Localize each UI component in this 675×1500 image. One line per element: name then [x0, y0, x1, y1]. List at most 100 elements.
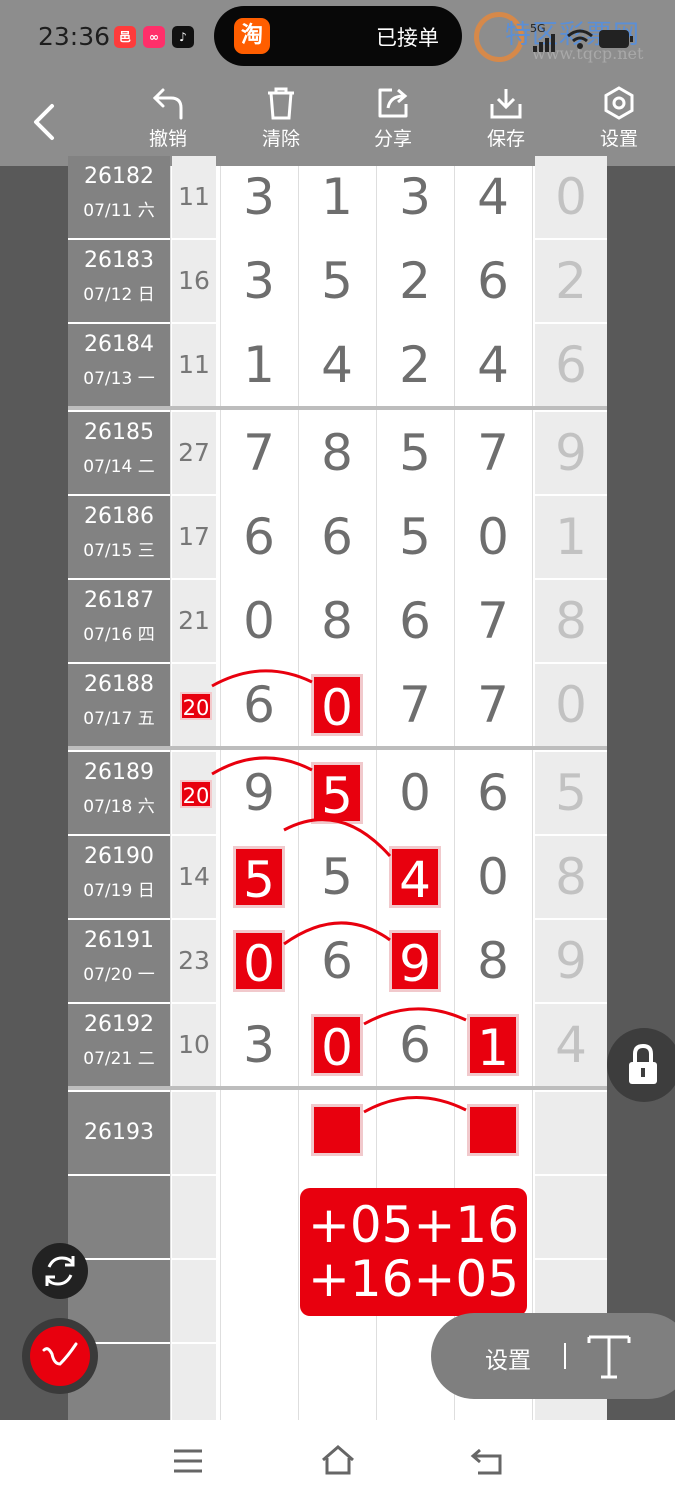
- issue-number: 26183: [84, 248, 154, 273]
- digit-cell: 6: [321, 932, 353, 990]
- notification-app-icon: ∞: [143, 26, 165, 48]
- digit-cell: 1: [243, 336, 275, 394]
- text-tool-icon[interactable]: [581, 1331, 637, 1381]
- highlighted-digit: 0: [233, 930, 285, 993]
- table-row: 26183 07/12 日 16 3 5 2 6 2: [68, 240, 607, 324]
- menu-icon[interactable]: [172, 1448, 204, 1474]
- table-row: 26191 07/20 一 23 0 6 9 8 9: [68, 920, 607, 1004]
- table-row: 26188 07/17 五 20 6 0 7 7 0: [68, 664, 607, 748]
- lock-button[interactable]: [607, 1028, 675, 1102]
- back-nav-icon[interactable]: [470, 1446, 504, 1476]
- digit-cell: 3: [243, 1016, 275, 1074]
- issue-date: 07/15 三: [83, 541, 155, 561]
- sum-highlight: 20: [180, 780, 212, 808]
- tail-cell: 9: [535, 920, 607, 1002]
- digit-cell: 4: [321, 336, 353, 394]
- digit-cell: 7: [477, 676, 509, 734]
- issue-cell: 26185 07/14 二: [68, 412, 170, 494]
- highlighted-digit: 1: [467, 1014, 519, 1077]
- issue-date: 07/20 一: [83, 965, 155, 985]
- sum-cell: 21: [172, 580, 216, 662]
- dynamic-island[interactable]: 淘 已接单: [214, 6, 462, 66]
- issue-cell: 26192 07/21 二: [68, 1004, 170, 1086]
- screen: { "status": {"time": "23:36", "notice": …: [0, 0, 675, 1500]
- issue-number: 26191: [84, 928, 154, 953]
- digit-cell: 8: [321, 424, 353, 482]
- sum-highlight: 20: [180, 692, 212, 720]
- sum-cell: 17: [172, 496, 216, 578]
- settings-button[interactable]: 设置: [584, 86, 654, 151]
- trash-icon: [268, 87, 294, 120]
- share-icon: [378, 88, 408, 118]
- digit-cell: 3: [243, 252, 275, 310]
- sum-cell: 27: [172, 412, 216, 494]
- digit-cell: 5: [321, 252, 353, 310]
- issue-date: 07/14 二: [83, 457, 155, 477]
- system-nav-bar: [0, 1420, 675, 1500]
- gear-icon: [604, 86, 634, 120]
- highlighted-digit: 5: [311, 762, 363, 825]
- digit-cell: 9: [243, 764, 275, 822]
- tail-cell: 2: [535, 240, 607, 322]
- save-button[interactable]: 保存: [471, 86, 541, 151]
- issue-cell: 26190 07/19 日: [68, 836, 170, 918]
- issue-cell: 26193: [68, 1092, 170, 1174]
- sync-button[interactable]: [32, 1243, 88, 1299]
- refresh-icon: [45, 1256, 75, 1286]
- pen-button[interactable]: [22, 1318, 98, 1394]
- table-row: 26192 07/21 二 10 3 0 6 1 4: [68, 1004, 607, 1088]
- digit-cell: 0: [243, 592, 275, 650]
- issue-date: 07/21 二: [83, 1049, 155, 1069]
- digit-cell: 7: [399, 676, 431, 734]
- issue-cell: 26191 07/20 一: [68, 920, 170, 1002]
- battery-icon: [599, 30, 633, 48]
- prediction-box: +05+16 +16+05: [300, 1188, 527, 1316]
- sum-cell: 14: [172, 836, 216, 918]
- issue-cell: 26184 07/13 一: [68, 324, 170, 406]
- tail-cell: [535, 1176, 607, 1258]
- share-button[interactable]: 分享: [358, 86, 428, 151]
- group-divider: [68, 406, 607, 410]
- sum-cell: 23: [172, 920, 216, 1002]
- issue-cell: 26186 07/15 三: [68, 496, 170, 578]
- digit-cell: 6: [243, 508, 275, 566]
- issue-date: 07/12 日: [83, 285, 155, 305]
- digit-cell: 0: [477, 508, 509, 566]
- next-issue-number: 26193: [84, 1120, 154, 1145]
- tail-cell: 8: [535, 580, 607, 662]
- issue-date: 07/17 五: [83, 709, 155, 729]
- clear-button[interactable]: 清除: [246, 86, 316, 151]
- issue-number: 26192: [84, 1012, 154, 1037]
- group-divider: [68, 1086, 607, 1090]
- issue-date: 07/19 日: [83, 881, 155, 901]
- table-row: 26187 07/16 四 21 0 8 6 7 8: [68, 580, 607, 664]
- wifi-icon: [567, 29, 593, 49]
- digit-cell: 1: [321, 168, 353, 226]
- undo-button[interactable]: 撤销: [133, 86, 203, 151]
- digit-cell: 2: [399, 336, 431, 394]
- digit-cell: 4: [477, 168, 509, 226]
- sum-cell: [172, 1176, 216, 1258]
- home-icon[interactable]: [320, 1444, 356, 1476]
- issue-number: 26190: [84, 844, 154, 869]
- digit-cell: 5: [399, 508, 431, 566]
- table-row: 26186 07/15 三 17 6 6 5 0 1: [68, 496, 607, 580]
- prediction-marker: [311, 1104, 363, 1156]
- table-row: 26184 07/13 一 11 1 4 2 4 6: [68, 324, 607, 408]
- divider: [564, 1343, 566, 1369]
- settings-pill-label: 设置: [485, 1348, 531, 1374]
- prediction-line: +05+16: [307, 1196, 520, 1254]
- highlighted-digit: 0: [311, 674, 363, 737]
- issue-number: 26186: [84, 504, 154, 529]
- digit-cell: 8: [321, 592, 353, 650]
- digit-cell: 3: [399, 168, 431, 226]
- digit-cell: 4: [477, 336, 509, 394]
- undo-icon: [152, 88, 183, 120]
- issue-number: 26184: [84, 332, 154, 357]
- back-icon[interactable]: [28, 102, 60, 142]
- highlighted-digit: 0: [311, 1014, 363, 1077]
- tail-cell: 9: [535, 412, 607, 494]
- sum-cell: 10: [172, 1004, 216, 1086]
- settings-pill[interactable]: 设置: [431, 1313, 675, 1399]
- digit-cell: 5: [399, 424, 431, 482]
